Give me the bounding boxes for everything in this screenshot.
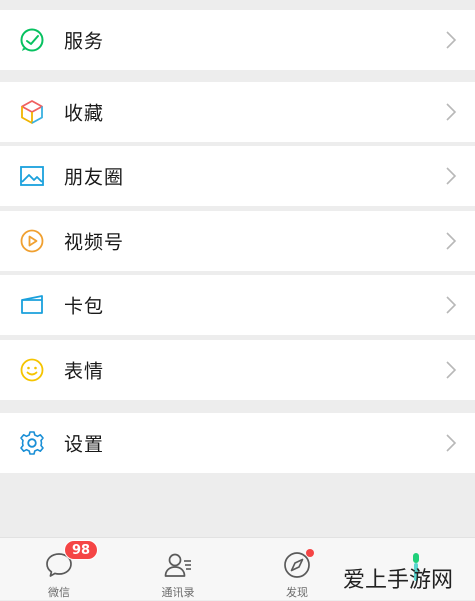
service-icon: [19, 27, 45, 53]
menu-item-favorites[interactable]: 收藏: [0, 82, 475, 142]
discover-notification-dot: [306, 549, 314, 557]
chevron-right-icon: [446, 167, 457, 185]
menu-label-moments: 朋友圈: [64, 166, 125, 189]
menu-label-card-wallet: 卡包: [64, 295, 105, 318]
menu-label-stickers: 表情: [64, 360, 105, 383]
chevron-right-icon: [446, 434, 457, 452]
card-wallet-icon: [19, 292, 45, 318]
contacts-icon: [163, 550, 193, 580]
chevron-right-icon: [446, 103, 457, 121]
chevron-right-icon: [446, 232, 457, 250]
favorites-cube-icon: [19, 99, 45, 125]
menu-label-channels: 视频号: [64, 231, 125, 254]
menu-item-settings[interactable]: 设置: [0, 413, 475, 473]
menu-item-card-wallet[interactable]: 卡包: [0, 275, 475, 335]
menu-item-moments[interactable]: 朋友圈: [0, 146, 475, 206]
channels-play-icon: [19, 228, 45, 254]
settings-gear-icon: [19, 430, 45, 456]
unread-badge: 98: [64, 540, 98, 560]
moments-image-icon: [19, 163, 45, 189]
tab-label-chats: 微信: [48, 586, 70, 599]
tab-label-contacts: 通讯录: [161, 586, 195, 599]
chevron-right-icon: [446, 361, 457, 379]
menu-item-channels[interactable]: 视频号: [0, 211, 475, 271]
tab-contacts[interactable]: 通讯录: [138, 538, 218, 601]
sticker-smile-icon: [19, 357, 45, 383]
menu-label-service: 服务: [64, 30, 105, 53]
tab-label-discover: 发现: [286, 586, 308, 599]
chevron-right-icon: [446, 296, 457, 314]
chevron-right-icon: [446, 31, 457, 49]
menu-label-settings: 设置: [64, 433, 105, 456]
watermark-text: 爱上手游网: [343, 568, 454, 593]
menu-label-favorites: 收藏: [64, 102, 105, 125]
tab-discover[interactable]: 发现: [257, 538, 337, 601]
menu-item-service[interactable]: 服务: [0, 10, 475, 70]
menu-item-stickers[interactable]: 表情: [0, 340, 475, 400]
